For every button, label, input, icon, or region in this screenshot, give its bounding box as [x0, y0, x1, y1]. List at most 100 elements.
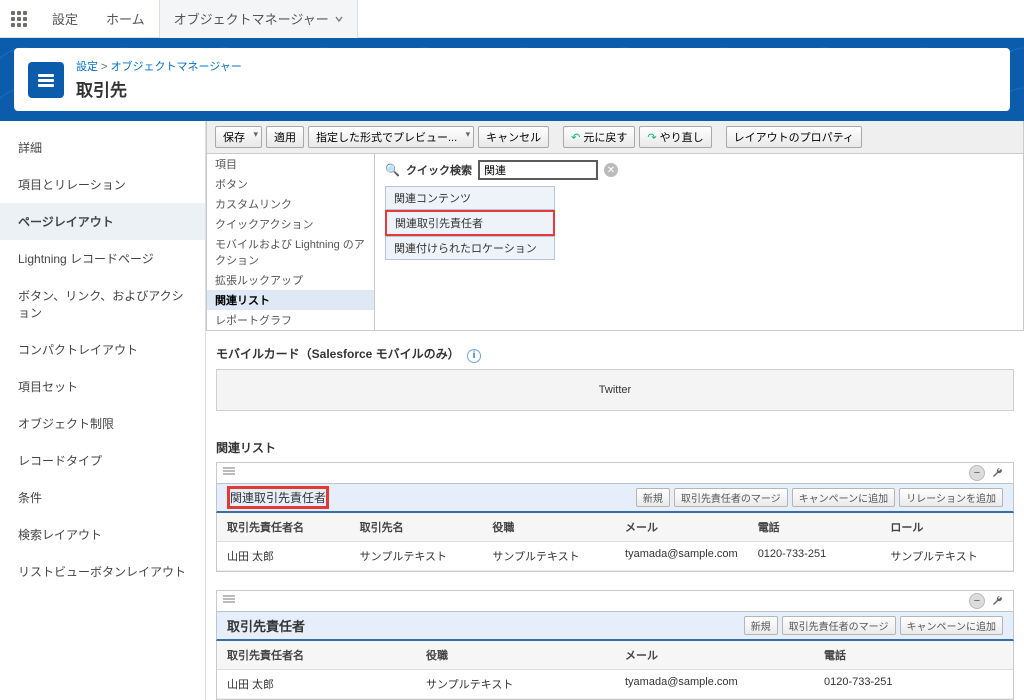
sidebar-item-compact[interactable]: コンパクトレイアウト: [0, 331, 205, 368]
sidebar-item-searchlayout[interactable]: 検索レイアウト: [0, 516, 205, 553]
related-list-1-bar: 関連取引先責任者 新規 取引先責任者のマージ キャンペーンに追加 リレーションを…: [216, 483, 1014, 513]
related-list-2-header: −: [216, 590, 1014, 611]
preview-button[interactable]: 指定した形式でプレビュー...: [308, 126, 474, 148]
rl1-col-1: 取引先名: [350, 513, 483, 541]
sidebar-item-lightning[interactable]: Lightning レコードページ: [0, 240, 205, 277]
breadcrumb: 設定 > オブジェクトマネージャー: [76, 61, 242, 73]
palette-cat-fields[interactable]: 項目: [207, 154, 374, 174]
sidebar-item-listviewbtns[interactable]: リストビューボタンレイアウト: [0, 553, 205, 590]
rl1-new-button[interactable]: 新規: [636, 488, 670, 507]
rl2-campaign-button[interactable]: キャンペーンに追加: [900, 616, 1004, 635]
breadcrumb-setup[interactable]: 設定: [76, 61, 98, 73]
wrench-icon[interactable]: [989, 465, 1005, 481]
tab-object-manager-label: オブジェクトマネージャー: [174, 9, 329, 28]
palette-cat-lookup[interactable]: 拡張ルックアップ: [207, 270, 374, 290]
main-area: 保存 適用 指定した形式でプレビュー... キャンセル 元に戻す やり直し レイ…: [206, 121, 1024, 700]
mobile-card-heading-label: モバイルカード（Salesforce モバイルのみ）: [216, 347, 460, 361]
rl1-cell-title: サンプルテキスト: [482, 542, 615, 570]
side-nav: 詳細 項目とリレーション ページレイアウト Lightning レコードページ …: [0, 121, 206, 700]
rl1-campaign-button[interactable]: キャンペーンに追加: [792, 488, 896, 507]
related-lists-heading: 関連リスト: [206, 425, 1024, 462]
undo-button[interactable]: 元に戻す: [563, 126, 635, 148]
info-icon[interactable]: i: [467, 349, 481, 363]
layout-toolbar: 保存 適用 指定した形式でプレビュー... キャンセル 元に戻す やり直し レイ…: [206, 121, 1024, 154]
redo-button[interactable]: やり直し: [639, 126, 711, 148]
page-title: 取引先: [76, 76, 242, 101]
sidebar-item-recordtypes[interactable]: レコードタイプ: [0, 442, 205, 479]
drag-handle-icon[interactable]: [223, 595, 235, 603]
table-row: 山田 太郎 サンプルテキスト サンプルテキスト tyamada@sample.c…: [217, 542, 1013, 571]
rl2-merge-button[interactable]: 取引先責任者のマージ: [782, 616, 896, 635]
palette-item-related-content[interactable]: 関連コンテンツ: [385, 186, 555, 210]
rl1-cell-account: サンプルテキスト: [350, 542, 483, 570]
chevron-down-icon: [335, 15, 343, 23]
rl1-col-5: ロール: [880, 513, 1013, 541]
related-list-1-header: −: [216, 462, 1014, 483]
rl1-cell-email: tyamada@sample.com: [615, 542, 748, 570]
palette-cat-buttons[interactable]: ボタン: [207, 174, 374, 194]
apply-button[interactable]: 適用: [266, 126, 304, 148]
palette-cat-customlinks[interactable]: カスタムリンク: [207, 194, 374, 214]
palette-cat-quickactions[interactable]: クイックアクション: [207, 214, 374, 234]
layout-properties-button[interactable]: レイアウトのプロパティ: [726, 126, 862, 148]
sidebar-item-criteria[interactable]: 条件: [0, 479, 205, 516]
top-title: 設定: [38, 9, 92, 28]
rl2-col-0: 取引先責任者名: [217, 641, 416, 669]
rl2-cell-phone: 0120-733-251: [814, 670, 1013, 698]
rl1-col-3: メール: [615, 513, 748, 541]
palette-categories: 項目 ボタン カスタムリンク クイックアクション モバイルおよび Lightni…: [207, 154, 375, 330]
rl2-new-button[interactable]: 新規: [744, 616, 778, 635]
tab-home[interactable]: ホーム: [92, 0, 160, 38]
sidebar-item-fields[interactable]: 項目とリレーション: [0, 166, 205, 203]
rl1-cell-phone: 0120-733-251: [748, 542, 881, 570]
quick-find-label: クイック検索: [406, 162, 472, 178]
breadcrumb-objmgr[interactable]: オブジェクトマネージャー: [111, 61, 242, 73]
object-icon: [28, 62, 64, 98]
header-band: 設定 > オブジェクトマネージャー 取引先: [0, 38, 1024, 121]
rl1-col-4: 電話: [748, 513, 881, 541]
app-launcher-icon[interactable]: [0, 0, 38, 38]
mobile-card-heading: モバイルカード（Salesforce モバイルのみ） i: [206, 331, 1024, 369]
top-nav: 設定 ホーム オブジェクトマネージャー: [0, 0, 1024, 38]
rl1-merge-button[interactable]: 取引先責任者のマージ: [674, 488, 788, 507]
sidebar-item-fieldsets[interactable]: 項目セット: [0, 368, 205, 405]
rl1-col-0: 取引先責任者名: [217, 513, 350, 541]
quick-find-input[interactable]: [478, 160, 598, 180]
related-list-2-title: 取引先責任者: [227, 616, 305, 635]
rl1-col-2: 役職: [482, 513, 615, 541]
palette-cat-reportcharts[interactable]: レポートグラフ: [207, 310, 374, 330]
palette-cat-relatedlists[interactable]: 関連リスト: [207, 290, 374, 310]
related-list-1-table: 取引先責任者名 取引先名 役職 メール 電話 ロール 山田 太郎 サンプルテキス…: [216, 513, 1014, 572]
sidebar-item-buttons[interactable]: ボタン、リンク、およびアクション: [0, 277, 205, 331]
drag-handle-icon[interactable]: [223, 467, 235, 475]
clear-search-icon[interactable]: ✕: [604, 163, 618, 177]
related-list-2-bar: 取引先責任者 新規 取引先責任者のマージ キャンペーンに追加: [216, 611, 1014, 641]
rl2-col-1: 役職: [416, 641, 615, 669]
rl2-cell-email: tyamada@sample.com: [615, 670, 814, 698]
cancel-button[interactable]: キャンセル: [478, 126, 549, 148]
tab-object-manager[interactable]: オブジェクトマネージャー: [160, 0, 358, 38]
rl1-cell-name: 山田 太郎: [217, 542, 350, 570]
remove-list-icon[interactable]: −: [969, 465, 985, 481]
sidebar-item-pagelayout[interactable]: ページレイアウト: [0, 203, 205, 240]
sidebar-item-limits[interactable]: オブジェクト制限: [0, 405, 205, 442]
related-list-1-title: 関連取引先責任者: [227, 486, 329, 509]
palette: 項目 ボタン カスタムリンク クイックアクション モバイルおよび Lightni…: [206, 154, 1024, 331]
palette-item-related-account-contacts[interactable]: 関連取引先責任者: [385, 210, 555, 236]
rl1-relation-button[interactable]: リレーションを追加: [899, 488, 1003, 507]
rl2-col-3: 電話: [814, 641, 1013, 669]
table-row: 山田 太郎 サンプルテキスト tyamada@sample.com 0120-7…: [217, 670, 1013, 699]
rl2-cell-title: サンプルテキスト: [416, 670, 615, 698]
sidebar-item-detail[interactable]: 詳細: [0, 129, 205, 166]
related-list-2-table: 取引先責任者名 役職 メール 電話 山田 太郎 サンプルテキスト tyamada…: [216, 641, 1014, 700]
palette-item-related-locations[interactable]: 関連付けられたロケーション: [385, 236, 555, 260]
header-card: 設定 > オブジェクトマネージャー 取引先: [14, 48, 1010, 111]
rl2-cell-name: 山田 太郎: [217, 670, 416, 698]
twitter-card[interactable]: Twitter: [216, 369, 1014, 411]
wrench-icon[interactable]: [989, 593, 1005, 609]
palette-cat-mobileactions[interactable]: モバイルおよび Lightning のアクション: [207, 234, 374, 270]
remove-list-icon[interactable]: −: [969, 593, 985, 609]
save-button[interactable]: 保存: [215, 126, 262, 148]
search-icon: 🔍: [385, 163, 400, 177]
rl2-col-2: メール: [615, 641, 814, 669]
